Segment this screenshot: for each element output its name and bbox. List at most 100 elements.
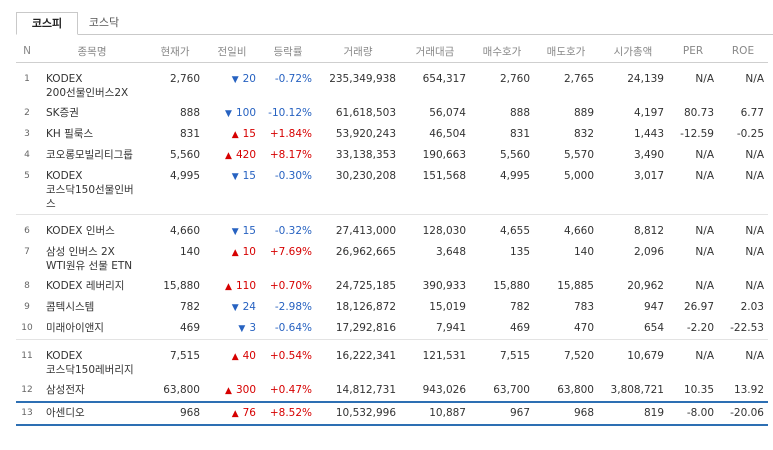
- per-value: N/A: [695, 280, 714, 292]
- stock-name-link[interactable]: KH 필룩스: [38, 124, 146, 145]
- change-value: 110: [235, 280, 256, 292]
- volume: 61,618,503: [335, 107, 396, 119]
- stock-name-link[interactable]: KODEX 레버리지: [38, 276, 146, 297]
- bid-price: 4,655: [499, 225, 530, 237]
- current-price: 5,560: [169, 149, 200, 161]
- roe-value: -22.53: [718, 318, 768, 340]
- table-row[interactable]: 9 콤텍시스템 782 ▼ 24 -2.98% 18,126,872 15,019 782 783…: [16, 297, 768, 318]
- change-rate: +7.69%: [269, 246, 312, 258]
- current-price: 140: [179, 246, 200, 258]
- table-row[interactable]: 8 KODEX 레버리지 15,880 ▲ 110 +0.70% 24,725,185 390…: [16, 276, 768, 297]
- table-row[interactable]: 11 KODEX 코스닥150레버리지 7,515 ▲ 40 +0.54% 16,222,3…: [16, 346, 768, 380]
- col-header-bid: 매수호가: [470, 40, 534, 63]
- change-rate: -0.30%: [260, 166, 316, 215]
- stock-name-link[interactable]: 삼성 인버스 2X WTI원유 선물 ETN: [38, 242, 146, 276]
- volume: 16,222,341: [335, 350, 396, 362]
- current-price: 4,995: [146, 166, 204, 215]
- stock-name-link[interactable]: 아센디오: [38, 401, 146, 426]
- market-cap: 8,812: [633, 225, 664, 237]
- market-cap: 24,139: [627, 73, 664, 85]
- table-row[interactable]: 2 SK증권 888 ▼ 100 -10.12% 61,618,503 56,074 888 88…: [16, 103, 768, 124]
- current-price: 888: [179, 107, 200, 119]
- change-value: 420: [235, 149, 256, 161]
- volume: 14,812,731: [335, 384, 396, 396]
- col-header-per: PER: [668, 40, 718, 63]
- table-row[interactable]: 7 삼성 인버스 2X WTI원유 선물 ETN 140 ▲ 10 +7.69% 26,96…: [16, 242, 768, 276]
- per-value: -12.59: [680, 128, 714, 140]
- current-price: 7,515: [169, 350, 200, 362]
- trade-amount: 390,933: [422, 280, 466, 292]
- stock-name-link[interactable]: KODEX 코스닥150레버리지: [38, 346, 146, 380]
- table-row[interactable]: 4 코오롱모빌리티그룹 5,560 ▲ 420 +8.17% 33,138,353 190,6…: [16, 145, 768, 166]
- change-value: 10: [242, 246, 256, 258]
- stock-name-link[interactable]: SK증권: [38, 103, 146, 124]
- volume: 27,413,000: [335, 225, 396, 237]
- change-cell: ▲ 40: [204, 346, 260, 380]
- change-rate: +0.47%: [269, 384, 312, 396]
- market-cap: 3,017: [598, 166, 668, 215]
- change-rate: -2.98%: [274, 301, 312, 313]
- bid-price: 7,515: [499, 350, 530, 362]
- col-header-ask: 매도호가: [534, 40, 598, 63]
- volume: 10,532,996: [316, 401, 400, 426]
- stock-name-link[interactable]: KODEX 200선물인버스2X: [38, 69, 146, 103]
- change-value: 3: [249, 322, 256, 334]
- stock-name-link[interactable]: KODEX 인버스: [38, 221, 146, 242]
- col-header-amount: 거래대금: [400, 40, 470, 63]
- current-price: 2,760: [169, 73, 200, 85]
- row-number: 9: [24, 302, 30, 312]
- roe-value: N/A: [745, 73, 764, 85]
- table-row[interactable]: 12 삼성전자 63,800 ▲ 300 +0.47% 14,812,731 943,026 6…: [16, 380, 768, 402]
- market-tabs: 코스피 코스닥: [16, 12, 773, 35]
- tab-kospi[interactable]: 코스피: [16, 12, 78, 35]
- bid-price: 782: [509, 301, 530, 313]
- table-row[interactable]: 5 KODEX 코스닥150선물인버스 4,995 ▼ 15 -0.30% 30,230,2…: [16, 166, 768, 215]
- volume: 53,920,243: [335, 128, 396, 140]
- table-row[interactable]: 6 KODEX 인버스 4,660 ▼ 15 -0.32% 27,413,000 128,03…: [16, 221, 768, 242]
- trade-amount: 654,317: [422, 73, 466, 85]
- per-value: 80.73: [683, 107, 714, 119]
- roe-value: N/A: [718, 166, 768, 215]
- stock-name-link[interactable]: 콤텍시스템: [38, 297, 146, 318]
- volume: 18,126,872: [335, 301, 396, 313]
- market-cap: 3,490: [633, 149, 664, 161]
- market-cap: 10,679: [627, 350, 664, 362]
- arrow-up-icon: ▲: [225, 386, 232, 396]
- per-value: N/A: [695, 246, 714, 258]
- change-rate: +1.84%: [269, 128, 312, 140]
- stock-name-link[interactable]: 미래아이앤지: [38, 318, 146, 340]
- stock-name-link[interactable]: 코오롱모빌리티그룹: [38, 145, 146, 166]
- current-price: 968: [146, 401, 204, 426]
- row-number: 1: [24, 74, 30, 84]
- arrow-up-icon: ▲: [231, 352, 239, 362]
- tab-kosdaq[interactable]: 코스닥: [84, 12, 124, 34]
- per-value: -2.20: [668, 318, 718, 340]
- row-number: 4: [24, 150, 30, 160]
- change-value: 20: [242, 73, 256, 85]
- roe-value: -20.06: [718, 401, 768, 426]
- volume: 26,962,665: [335, 246, 396, 258]
- volume: 17,292,816: [316, 318, 400, 340]
- table-row[interactable]: 1 KODEX 200선물인버스2X 2,760 ▼ 20 -0.72% 235,349,9…: [16, 69, 768, 103]
- market-cap: 3,808,721: [610, 384, 664, 396]
- stock-name-link[interactable]: KODEX 코스닥150선물인버스: [38, 166, 146, 215]
- table-row[interactable]: 13 아센디오 968 ▲ 76 +8.52% 10,532,996 10,887 967 968…: [16, 401, 768, 426]
- roe-value: N/A: [745, 280, 764, 292]
- table-row[interactable]: 10 미래아이앤지 469 ▼ 3 -0.64% 17,292,816 7,941 469 470…: [16, 318, 768, 340]
- col-header-price: 현재가: [146, 40, 204, 63]
- bid-price: 135: [509, 246, 530, 258]
- bid-price: 63,700: [493, 384, 530, 396]
- table-row[interactable]: 3 KH 필룩스 831 ▲ 15 +1.84% 53,920,243 46,504 831 83…: [16, 124, 768, 145]
- row-number: 12: [21, 385, 33, 395]
- per-value: N/A: [695, 149, 714, 161]
- change-value: 76: [242, 407, 256, 419]
- stock-name-link[interactable]: 삼성전자: [38, 380, 146, 402]
- bid-price: 967: [470, 401, 534, 426]
- ask-price: 889: [573, 107, 594, 119]
- arrow-up-icon: ▲: [225, 151, 232, 161]
- arrow-up-icon: ▲: [231, 409, 239, 419]
- roe-value: 6.77: [740, 107, 764, 119]
- per-value: 10.35: [683, 384, 714, 396]
- change-value: 300: [235, 384, 256, 396]
- table-header-row: N 종목명 현재가 전일비 등락률 거래량 거래대금 매수호가 매도호가 시가총…: [16, 40, 768, 63]
